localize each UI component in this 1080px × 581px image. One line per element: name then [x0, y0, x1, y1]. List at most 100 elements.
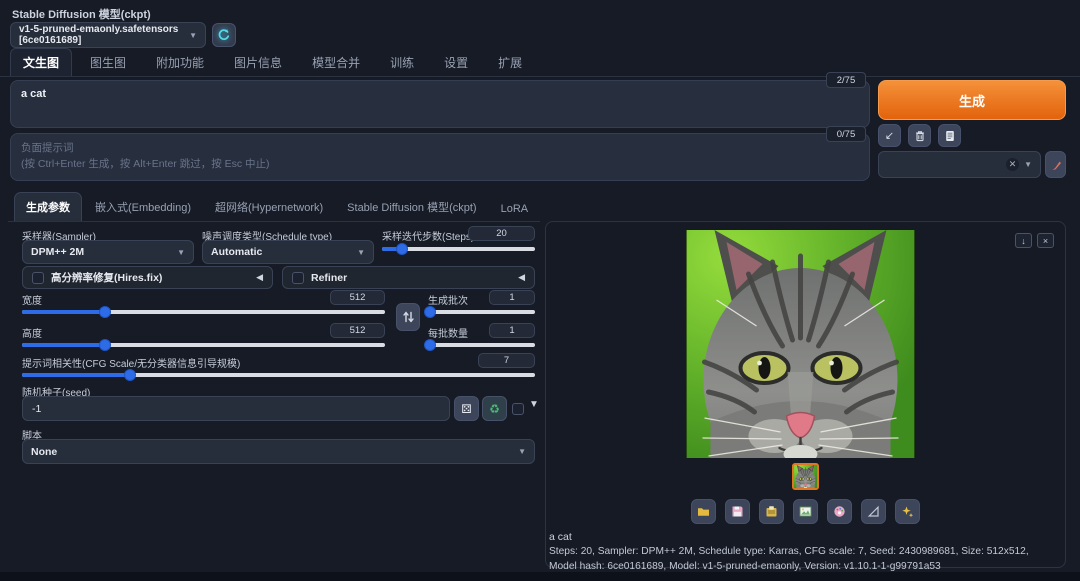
info-params-text: Steps: 20, Sampler: DPM++ 2M, Schedule t… [549, 545, 1057, 575]
tab-hypernetwork[interactable]: 超网络(Hypernetwork) [204, 193, 334, 221]
reuse-seed-button[interactable]: ♻ [482, 396, 507, 421]
negative-placeholder-hint: (按 Ctrl+Enter 生成，按 Alt+Enter 跳过，按 Esc 中止… [21, 156, 859, 172]
seed-extra-caret-icon[interactable]: ▼ [529, 399, 539, 410]
model-select-label: Stable Diffusion 模型(ckpt) [12, 6, 151, 22]
folder-icon [697, 505, 710, 518]
refresh-models-button[interactable] [212, 23, 236, 47]
slider-thumb[interactable] [99, 339, 111, 351]
tab-txt2img[interactable]: 文生图 [10, 48, 72, 76]
sampler-dropdown[interactable]: DPM++ 2M ▼ [22, 240, 194, 264]
schedule-value: Automatic [211, 246, 262, 258]
refiner-accordion[interactable]: Refiner ◀ [282, 266, 535, 289]
dice-icon: ⚄ [461, 402, 471, 416]
open-folder-button[interactable] [691, 499, 716, 524]
save-zip-button[interactable] [759, 499, 784, 524]
paste-params-button[interactable]: ↙ [878, 124, 901, 147]
archive-box-icon [765, 505, 778, 518]
sparkles-icon [901, 505, 914, 518]
width-label: 宽度 [22, 292, 42, 307]
recycle-icon: ♻ [489, 402, 500, 416]
tab-checkpoint[interactable]: Stable Diffusion 模型(ckpt) [336, 193, 487, 221]
tab-extensions[interactable]: 扩展 [486, 49, 534, 76]
send-to-extras-button[interactable] [861, 499, 886, 524]
generated-cat-image[interactable] [686, 230, 915, 458]
batch-size-slider[interactable] [428, 339, 535, 351]
gallery-thumbnail-selected[interactable] [792, 463, 819, 490]
cfg-scale-slider[interactable] [22, 369, 535, 381]
height-value[interactable]: 512 [330, 323, 385, 338]
sd-webui-page: Stable Diffusion 模型(ckpt) v1-5-pruned-em… [0, 0, 1080, 581]
width-value[interactable]: 512 [330, 290, 385, 305]
download-icon: ↓ [1021, 236, 1026, 246]
close-icon: × [1043, 236, 1048, 246]
tab-img2img[interactable]: 图生图 [78, 49, 138, 76]
tab-embedding[interactable]: 嵌入式(Embedding) [84, 193, 202, 221]
random-seed-button[interactable]: ⚄ [454, 396, 479, 421]
gallery-action-buttons [545, 499, 1066, 524]
trash-icon [914, 130, 926, 142]
slider-thumb[interactable] [424, 339, 436, 351]
upscale-button[interactable] [895, 499, 920, 524]
hires-fix-label: 高分辨率修复(Hires.fix) [51, 270, 162, 285]
tab-lora[interactable]: LoRA [490, 197, 540, 221]
hires-fix-accordion[interactable]: 高分辨率修复(Hires.fix) ◀ [22, 266, 273, 289]
batch-count-value[interactable]: 1 [489, 290, 535, 305]
script-value: None [31, 446, 57, 458]
cfg-scale-label: 提示词相关性(CFG Scale/无分类器信息引导规模) [22, 355, 240, 370]
seed-extra-checkbox[interactable] [512, 403, 524, 415]
height-slider[interactable] [22, 339, 385, 351]
prompt-input[interactable]: a cat [11, 81, 869, 127]
apply-styles-button[interactable] [938, 124, 961, 147]
save-image-button[interactable] [725, 499, 750, 524]
ruler-triangle-icon [867, 505, 880, 518]
swap-dimensions-button[interactable] [396, 303, 420, 331]
slider-thumb[interactable] [396, 243, 408, 255]
refresh-icon [217, 28, 231, 42]
page-footer-strip [0, 572, 1080, 581]
steps-slider[interactable] [382, 243, 535, 255]
width-slider[interactable] [22, 306, 385, 318]
batch-count-slider[interactable] [428, 306, 535, 318]
clipboard-icon [944, 130, 956, 142]
slider-thumb[interactable] [424, 306, 436, 318]
tab-generation-params[interactable]: 生成参数 [14, 192, 82, 221]
collapse-arrow-icon: ◀ [256, 272, 263, 283]
slider-thumb[interactable] [124, 369, 136, 381]
negative-prompt-input[interactable]: 负面提示词 (按 Ctrl+Enter 生成，按 Alt+Enter 跳过，按 … [10, 133, 870, 181]
tab-train[interactable]: 训练 [378, 49, 426, 76]
generate-button[interactable]: 生成 [878, 80, 1066, 120]
prompt-box: a cat [10, 80, 870, 128]
slider-thumb[interactable] [99, 306, 111, 318]
schedule-dropdown[interactable]: Automatic ▼ [202, 240, 374, 264]
steps-label: 采样迭代步数(Steps) [382, 228, 474, 243]
seed-input[interactable] [22, 396, 450, 421]
styles-dropdown[interactable]: ✕ ▼ [878, 151, 1041, 178]
send-to-img2img-button[interactable] [793, 499, 818, 524]
download-image-button[interactable]: ↓ [1015, 233, 1032, 248]
tab-extras[interactable]: 附加功能 [144, 49, 216, 76]
send-to-inpaint-button[interactable] [827, 499, 852, 524]
hires-fix-checkbox[interactable] [32, 272, 44, 284]
refiner-checkbox[interactable] [292, 272, 304, 284]
clear-prompt-button[interactable] [908, 124, 931, 147]
styles-clear-icon[interactable]: ✕ [1006, 158, 1019, 171]
chevron-down-icon: ▼ [189, 31, 197, 40]
edit-styles-button[interactable] [1045, 151, 1066, 178]
model-select-dropdown[interactable]: v1-5-pruned-emaonly.safetensors [6ce0161… [10, 22, 206, 48]
tab-checkpoint-merger[interactable]: 模型合并 [300, 49, 372, 76]
steps-value[interactable]: 20 [468, 226, 535, 241]
tab-settings[interactable]: 设置 [432, 49, 480, 76]
prompt-tools: ↙ [878, 124, 961, 147]
tab-png-info[interactable]: 图片信息 [222, 49, 294, 76]
batch-size-label: 每批数量 [428, 325, 468, 340]
cfg-scale-value[interactable]: 7 [478, 353, 535, 368]
picture-icon [799, 505, 812, 518]
negative-placeholder-title: 负面提示词 [21, 140, 859, 156]
close-gallery-button[interactable]: × [1037, 233, 1054, 248]
info-prompt-text: a cat [549, 531, 572, 543]
model-select-value: v1-5-pruned-emaonly.safetensors [6ce0161… [19, 24, 189, 46]
prompt-token-counter: 2/75 [826, 72, 866, 88]
script-dropdown[interactable]: None ▼ [22, 439, 535, 464]
batch-size-value[interactable]: 1 [489, 323, 535, 338]
chevron-down-icon: ▼ [357, 248, 365, 257]
